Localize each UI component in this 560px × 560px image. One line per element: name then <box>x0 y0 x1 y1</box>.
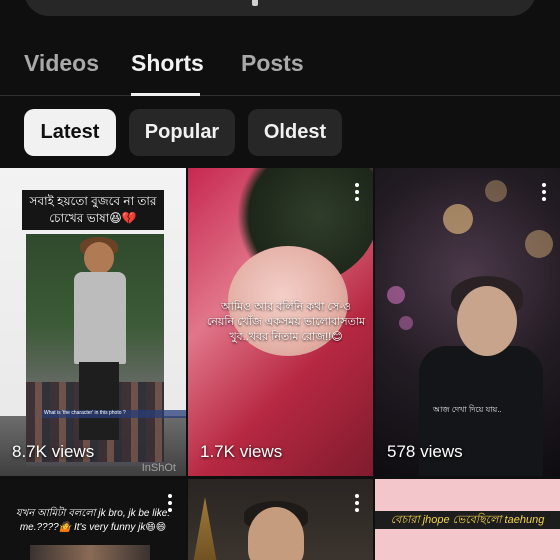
photo-inner-text: What is 'the character' in this photo ? <box>44 410 126 416</box>
person-head <box>248 507 304 560</box>
chip-latest[interactable]: Latest <box>24 109 116 156</box>
chip-popular[interactable]: Popular <box>129 109 235 156</box>
thumbnail-caption: আমিও আর বলিনি কথা সে-ও নেয়নি খোঁজ একসময… <box>206 301 366 343</box>
bokeh-light <box>387 286 405 304</box>
view-count: 8.7K views <box>12 442 95 461</box>
person-legs <box>79 362 119 440</box>
short-thumbnail[interactable]: বেচারা jhope ভেবেছিলো taehung <box>375 479 560 560</box>
heart-icon: 💔 <box>121 211 137 225</box>
bokeh-light <box>443 204 473 234</box>
view-count: 578 views <box>387 442 463 461</box>
more-options-icon[interactable] <box>542 183 546 201</box>
person-head <box>457 286 517 356</box>
view-count: 1.7K views <box>200 442 283 461</box>
person-head <box>84 242 114 274</box>
tab-shorts[interactable]: Shorts <box>131 50 204 77</box>
more-options-icon[interactable] <box>355 183 359 201</box>
thumbnail-caption: সবাই হয়তো বুজবে না তার চোখের ভাষা😆💔 <box>22 190 164 230</box>
short-thumbnail[interactable]: যখন আমিটা বললো jk bro, jk be like: me.??… <box>0 479 186 560</box>
short-thumbnail[interactable] <box>188 479 373 560</box>
short-thumbnail[interactable]: আমিও আর বলিনি কথা সে-ও নেয়নি খোঁজ একসময… <box>188 168 373 476</box>
thumbnail-caption: বেচারা jhope ভেবেছিলো taehung <box>375 511 560 529</box>
thumbnail-caption: আজ দেখা দিয়ে যায়.. <box>433 405 502 414</box>
short-thumbnail[interactable]: আজ দেখা দিয়ে যায়.. 578 views <box>375 168 560 476</box>
short-thumbnail[interactable]: সবাই হয়তো বুজবে না তার চোখের ভাষা😆💔 Wha… <box>0 168 186 476</box>
search-bar[interactable] <box>24 0 536 16</box>
bokeh-light <box>485 180 507 202</box>
sort-chips: Latest Popular Oldest <box>0 109 560 157</box>
thumbnail-caption: যখন আমিটা বললো jk bro, jk be like: me.??… <box>15 508 171 533</box>
person-body <box>74 272 126 364</box>
search-bar-glyph <box>252 0 258 6</box>
tower-graphic <box>192 497 218 560</box>
more-options-icon[interactable] <box>168 494 172 512</box>
chip-oldest[interactable]: Oldest <box>248 109 342 156</box>
tab-posts[interactable]: Posts <box>241 50 304 77</box>
thumbnail-photo: What is 'the character' in this photo ? <box>26 234 186 466</box>
caption-text: সবাই হয়তো বুজবে না তার চোখের ভাষা😆 <box>29 194 157 225</box>
bokeh-light <box>399 316 413 330</box>
more-options-icon[interactable] <box>355 494 359 512</box>
active-tab-indicator <box>131 93 200 96</box>
tab-videos[interactable]: Videos <box>24 50 99 77</box>
channel-tabs: Videos Shorts Posts <box>0 38 560 96</box>
thumbnail-photo <box>30 545 150 560</box>
watermark: InShOt <box>141 462 176 474</box>
bokeh-light <box>525 230 553 258</box>
